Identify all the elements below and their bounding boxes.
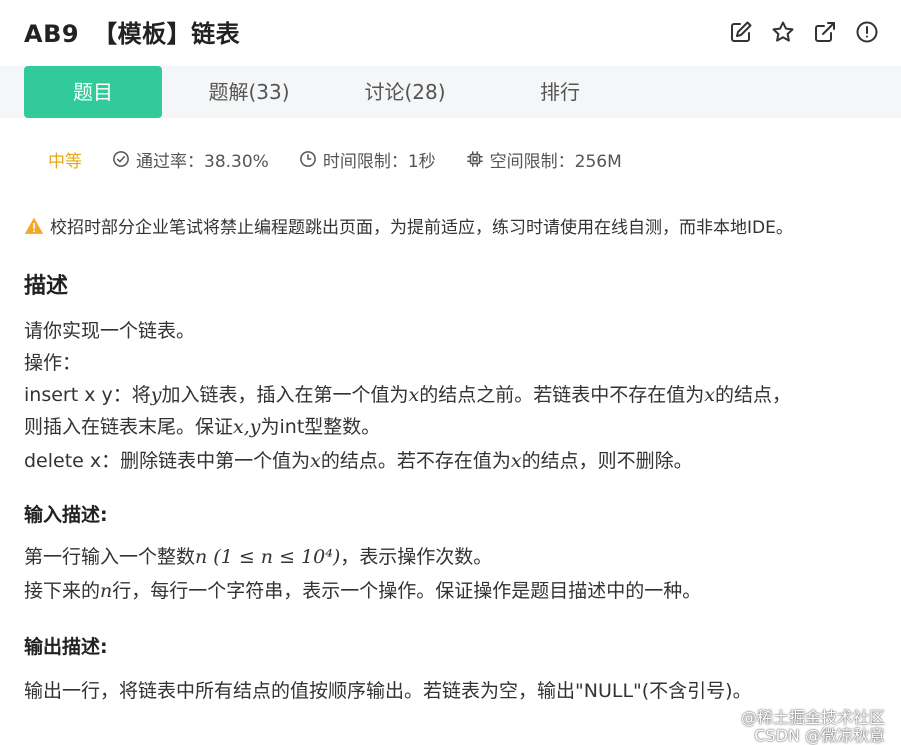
text-segment: 的结点之前。若链表中不存在值为 <box>419 384 705 406</box>
description-line-1: 请你实现一个链表。 <box>24 320 196 342</box>
share-icon[interactable] <box>813 20 837 44</box>
space-limit: 空间限制：256M <box>466 147 622 172</box>
report-icon[interactable] <box>855 20 879 44</box>
tab-problem[interactable]: 题目 <box>24 66 162 118</box>
text-segment: 的结点。若不存在值为 <box>320 450 511 472</box>
text-segment: 第一行输入一个整数 <box>24 546 196 568</box>
math-variable: x <box>408 384 420 406</box>
warning-icon <box>24 217 44 234</box>
header-actions <box>729 20 879 44</box>
output-heading: 输出描述: <box>24 636 108 658</box>
description-line-5: delete x：删除链表中第一个值为x的结点。若不存在值为x的结点，则不删除。 <box>24 446 693 473</box>
text-segment: insert x y：将 <box>24 384 151 406</box>
input-heading: 输入描述: <box>24 504 108 526</box>
tab-discussion[interactable]: 讨论(28) <box>340 66 470 118</box>
text-segment: 为int型整数。 <box>260 416 381 438</box>
space-limit-text: 空间限制：256M <box>489 151 622 172</box>
text-segment: 接下来的 <box>24 580 101 602</box>
math-expression: n (1 ≤ n ≤ 10⁴) <box>195 546 341 568</box>
page-title: AB9 【模板】链表 <box>24 14 240 49</box>
star-icon[interactable] <box>771 20 795 44</box>
text-segment: delete x：删除链表中第一个值为 <box>24 450 311 472</box>
math-variable: y <box>150 384 162 406</box>
notice-banner: 校招时部分企业笔试将禁止编程题跳出页面，为提前适应，练习时请使用在线自测，而非本… <box>24 213 793 238</box>
pass-rate: 通过率：38.30% <box>112 147 269 172</box>
math-variable: x,y <box>233 416 261 438</box>
tab-solutions[interactable]: 题解(33) <box>184 66 314 118</box>
tab-bar: 题目 题解(33) 讨论(28) 排行 <box>0 66 901 118</box>
output-line-1: 输出一行，将链表中所有结点的值按顺序输出。若链表为空，输出"NULL"(不含引号… <box>24 680 752 702</box>
text-segment: 的结点，则不删除。 <box>521 450 693 472</box>
pass-rate-text: 通过率：38.30% <box>136 151 269 172</box>
description-line-4: 则插入在链表末尾。保证x,y为int型整数。 <box>24 412 380 439</box>
math-variable: x <box>510 450 522 472</box>
description-heading: 描述 <box>24 274 69 299</box>
clock-icon <box>299 151 316 167</box>
edit-icon[interactable] <box>729 20 753 44</box>
text-segment: 的结点， <box>714 384 791 406</box>
check-circle-icon <box>113 151 129 167</box>
problem-meta: 中等 通过率：38.30% 时间限制：1秒 空间限制：256M <box>48 146 652 172</box>
problem-header: AB9 【模板】链表 <box>0 0 901 66</box>
math-variable: x <box>310 450 321 472</box>
math-variable: x <box>704 384 715 406</box>
text-segment: ，表示操作次数。 <box>340 546 493 568</box>
text-segment: 加入链表，插入在第一个值为 <box>161 384 409 406</box>
description-line-3: insert x y：将y加入链表，插入在第一个值为x的结点之前。若链表中不存在… <box>24 380 791 407</box>
input-line-2: 接下来的n行，每行一个字符串，表示一个操作。保证操作是题目描述中的一种。 <box>24 576 701 603</box>
input-line-1: 第一行输入一个整数n (1 ≤ n ≤ 10⁴)，表示操作次数。 <box>24 542 492 569</box>
notice-text: 校招时部分企业笔试将禁止编程题跳出页面，为提前适应，练习时请使用在线自测，而非本… <box>50 218 793 238</box>
problem-code: AB9 <box>24 20 80 48</box>
problem-title: 【模板】链表 <box>93 20 241 48</box>
time-limit: 时间限制：1秒 <box>299 147 436 172</box>
difficulty-badge: 中等 <box>48 151 82 172</box>
math-variable: n <box>100 580 113 602</box>
time-limit-text: 时间限制：1秒 <box>322 151 436 172</box>
watermark-line-2: CSDN @微凉秋意 <box>754 726 885 745</box>
text-segment: 行，每行一个字符串，表示一个操作。保证操作是题目描述中的一种。 <box>112 580 702 602</box>
description-line-2: 操作： <box>24 352 82 374</box>
text-segment: 则插入在链表末尾。保证 <box>24 416 234 438</box>
tab-ranking[interactable]: 排行 <box>510 66 610 118</box>
chip-icon <box>466 151 483 167</box>
